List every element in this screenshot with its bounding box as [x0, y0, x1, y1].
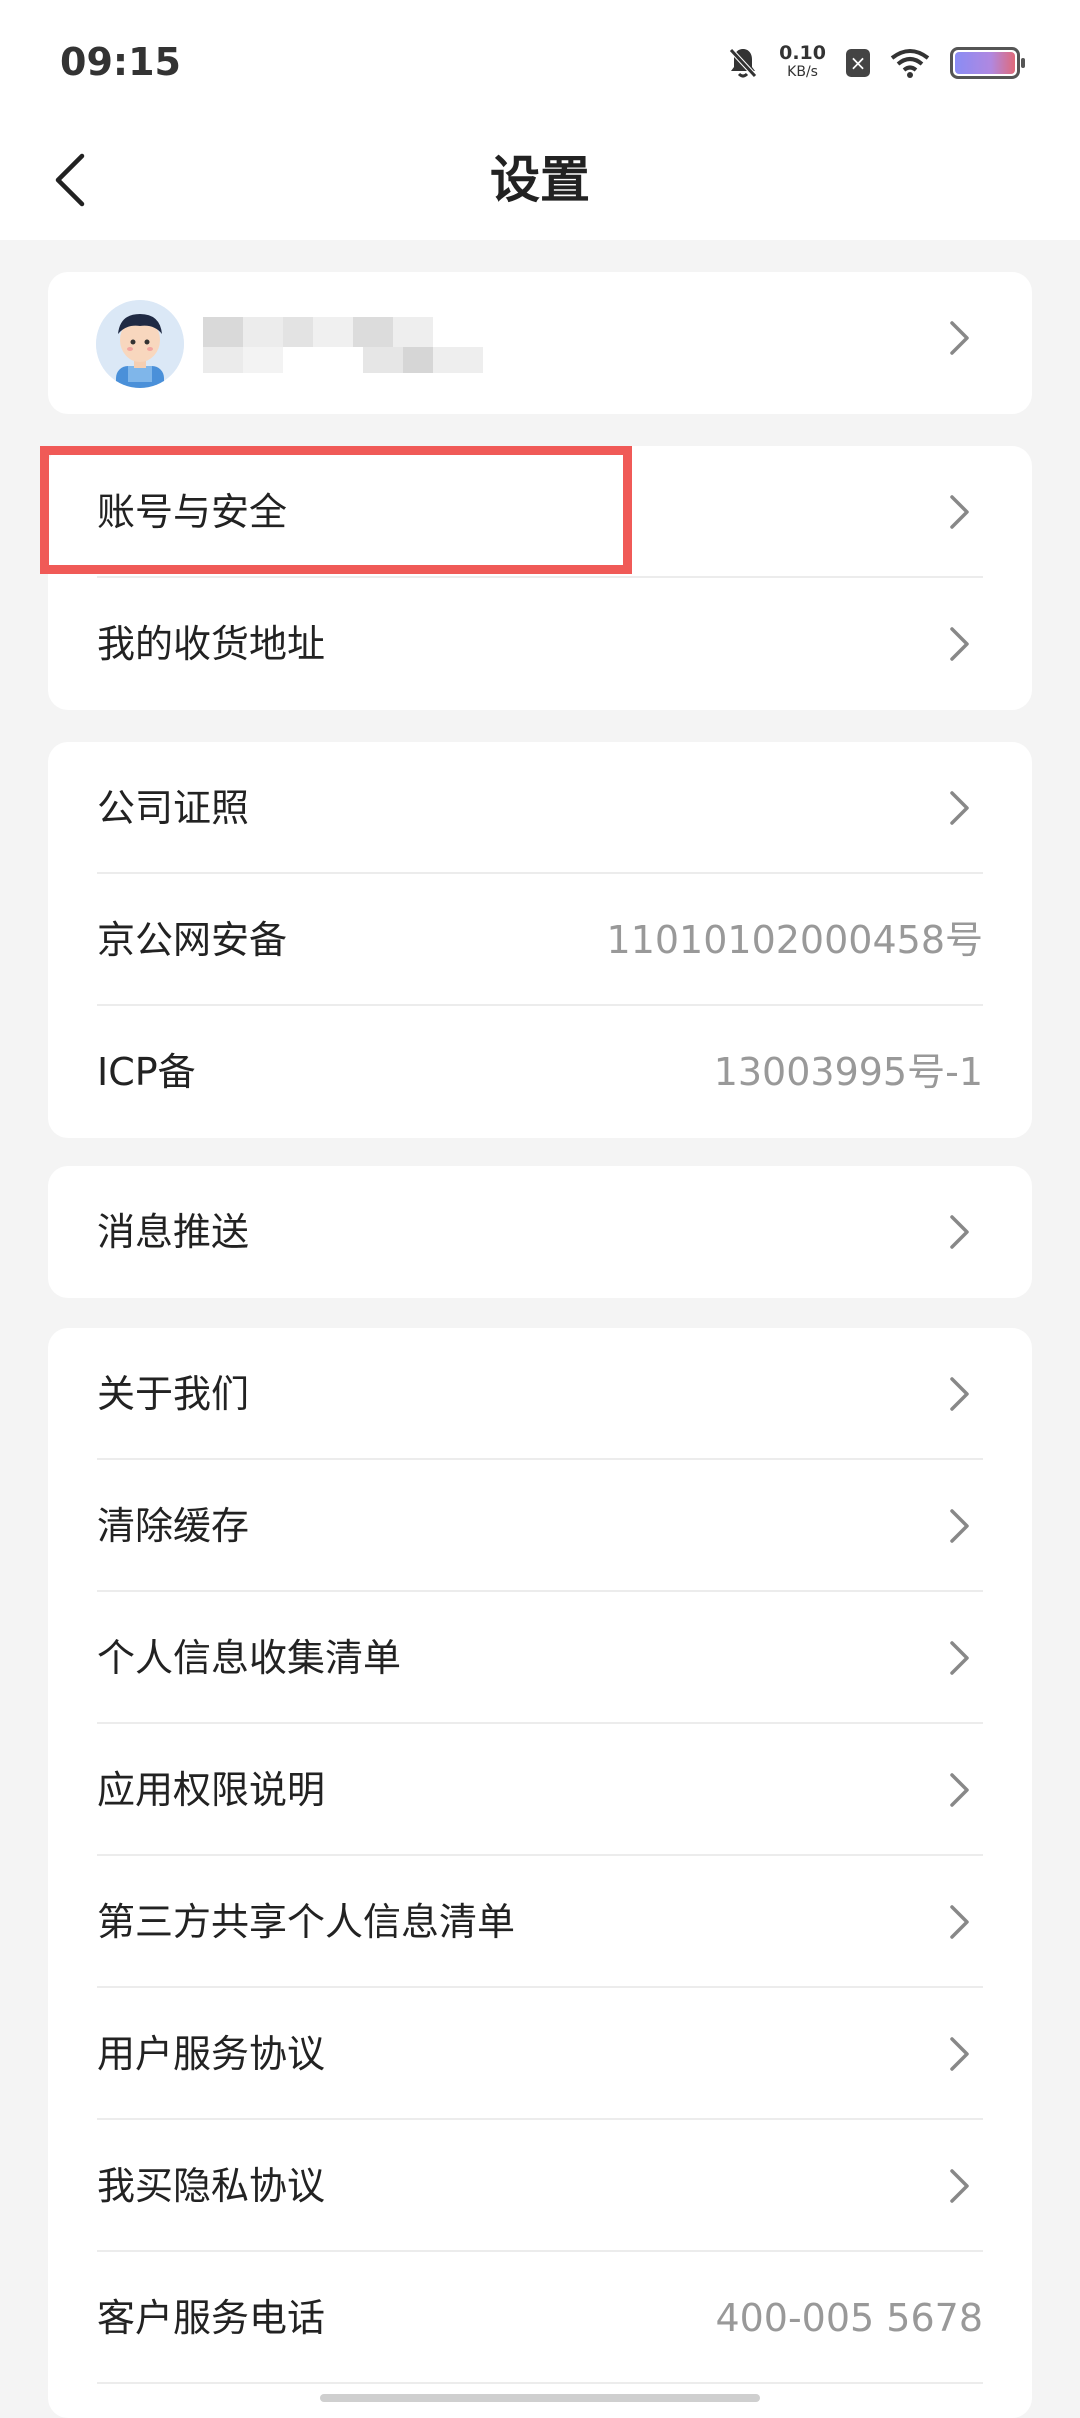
username-redacted — [193, 317, 493, 377]
row-label: ICP备 — [97, 1050, 196, 1094]
row-label: 客户服务电话 — [97, 2296, 326, 2340]
chevron-right-icon — [950, 1377, 969, 1411]
nav-bar: 设置 — [0, 120, 1080, 240]
avatar — [96, 300, 184, 388]
chevron-right-icon — [950, 1773, 969, 1807]
chevron-right-icon — [950, 1905, 969, 1939]
police-record-row: 京公网安备 11010102000458号 — [48, 874, 1032, 1006]
app-permissions-row[interactable]: 应用权限说明 — [48, 1724, 1032, 1856]
profile-row[interactable] — [48, 272, 1032, 414]
push-card: 消息推送 — [48, 1166, 1032, 1298]
chevron-right-icon — [950, 495, 969, 529]
battery-icon — [950, 47, 1025, 79]
about-card: 关于我们 清除缓存 个人信息收集清单 应用权限说明 第三方共享个人信息清单 用户 — [48, 1328, 1032, 2418]
avatar-illustration — [96, 300, 184, 388]
account-card: 账号与安全 我的收货地址 — [48, 446, 1032, 710]
row-label: 个人信息收集清单 — [97, 1636, 402, 1680]
bell-muted-icon — [729, 48, 757, 78]
page-title: 设置 — [490, 151, 590, 209]
row-label: 用户服务协议 — [97, 2032, 326, 2076]
user-agreement-row[interactable]: 用户服务协议 — [48, 1988, 1032, 2120]
status-time: 09:15 — [60, 40, 181, 84]
net-speed-value: 0.10 — [779, 42, 826, 64]
license-card: 公司证照 京公网安备 11010102000458号 ICP备 13003995… — [48, 742, 1032, 1138]
row-value: 11010102000458号 — [606, 918, 983, 962]
chevron-right-icon — [950, 791, 969, 825]
chevron-right-icon — [950, 1215, 969, 1249]
home-indicator — [320, 2394, 760, 2402]
row-label: 消息推送 — [97, 1210, 250, 1254]
privacy-policy-row[interactable]: 我买隐私协议 — [48, 2120, 1032, 2252]
row-label: 京公网安备 — [97, 918, 288, 962]
company-license-row[interactable]: 公司证照 — [48, 742, 1032, 874]
row-label: 第三方共享个人信息清单 — [97, 1900, 516, 1944]
shipping-address-row[interactable]: 我的收货地址 — [48, 578, 1032, 710]
message-push-row[interactable]: 消息推送 — [48, 1166, 1032, 1298]
chevron-right-icon — [950, 1509, 969, 1543]
customer-service-phone-row[interactable]: 客户服务电话 400-005 5678 — [48, 2252, 1032, 2384]
row-label: 我买隐私协议 — [97, 2164, 326, 2208]
row-value: 13003995号-1 — [713, 1050, 983, 1094]
chevron-right-icon — [950, 627, 969, 661]
chevron-right-icon — [950, 1641, 969, 1675]
icp-record-row: ICP备 13003995号-1 — [48, 1006, 1032, 1138]
row-label: 关于我们 — [97, 1372, 250, 1416]
row-value: 400-005 5678 — [715, 2296, 983, 2340]
row-label: 公司证照 — [97, 786, 250, 830]
profile-card — [48, 272, 1032, 414]
row-label: 清除缓存 — [97, 1504, 250, 1548]
chevron-right-icon — [950, 2037, 969, 2071]
battery-fill — [955, 52, 1015, 74]
row-label: 账号与安全 — [97, 490, 288, 534]
wifi-icon — [890, 49, 930, 78]
net-speed: 0.10 KB/s — [779, 44, 826, 82]
row-label: 我的收货地址 — [97, 622, 326, 666]
about-us-row[interactable]: 关于我们 — [48, 1328, 1032, 1460]
sim-disabled-icon: × — [846, 49, 870, 77]
chevron-right-icon — [950, 2169, 969, 2203]
personal-info-list-row[interactable]: 个人信息收集清单 — [48, 1592, 1032, 1724]
divider — [97, 2382, 983, 2384]
net-speed-unit: KB/s — [787, 64, 818, 80]
chevron-right-icon — [950, 321, 969, 355]
third-party-sharing-row[interactable]: 第三方共享个人信息清单 — [48, 1856, 1032, 1988]
row-label: 应用权限说明 — [97, 1768, 326, 1812]
status-icons: 0.10 KB/s × — [727, 38, 1025, 88]
clear-cache-row[interactable]: 清除缓存 — [48, 1460, 1032, 1592]
account-security-row[interactable]: 账号与安全 — [48, 446, 1032, 578]
status-bar: 09:15 0.10 KB/s × — [0, 0, 1080, 120]
